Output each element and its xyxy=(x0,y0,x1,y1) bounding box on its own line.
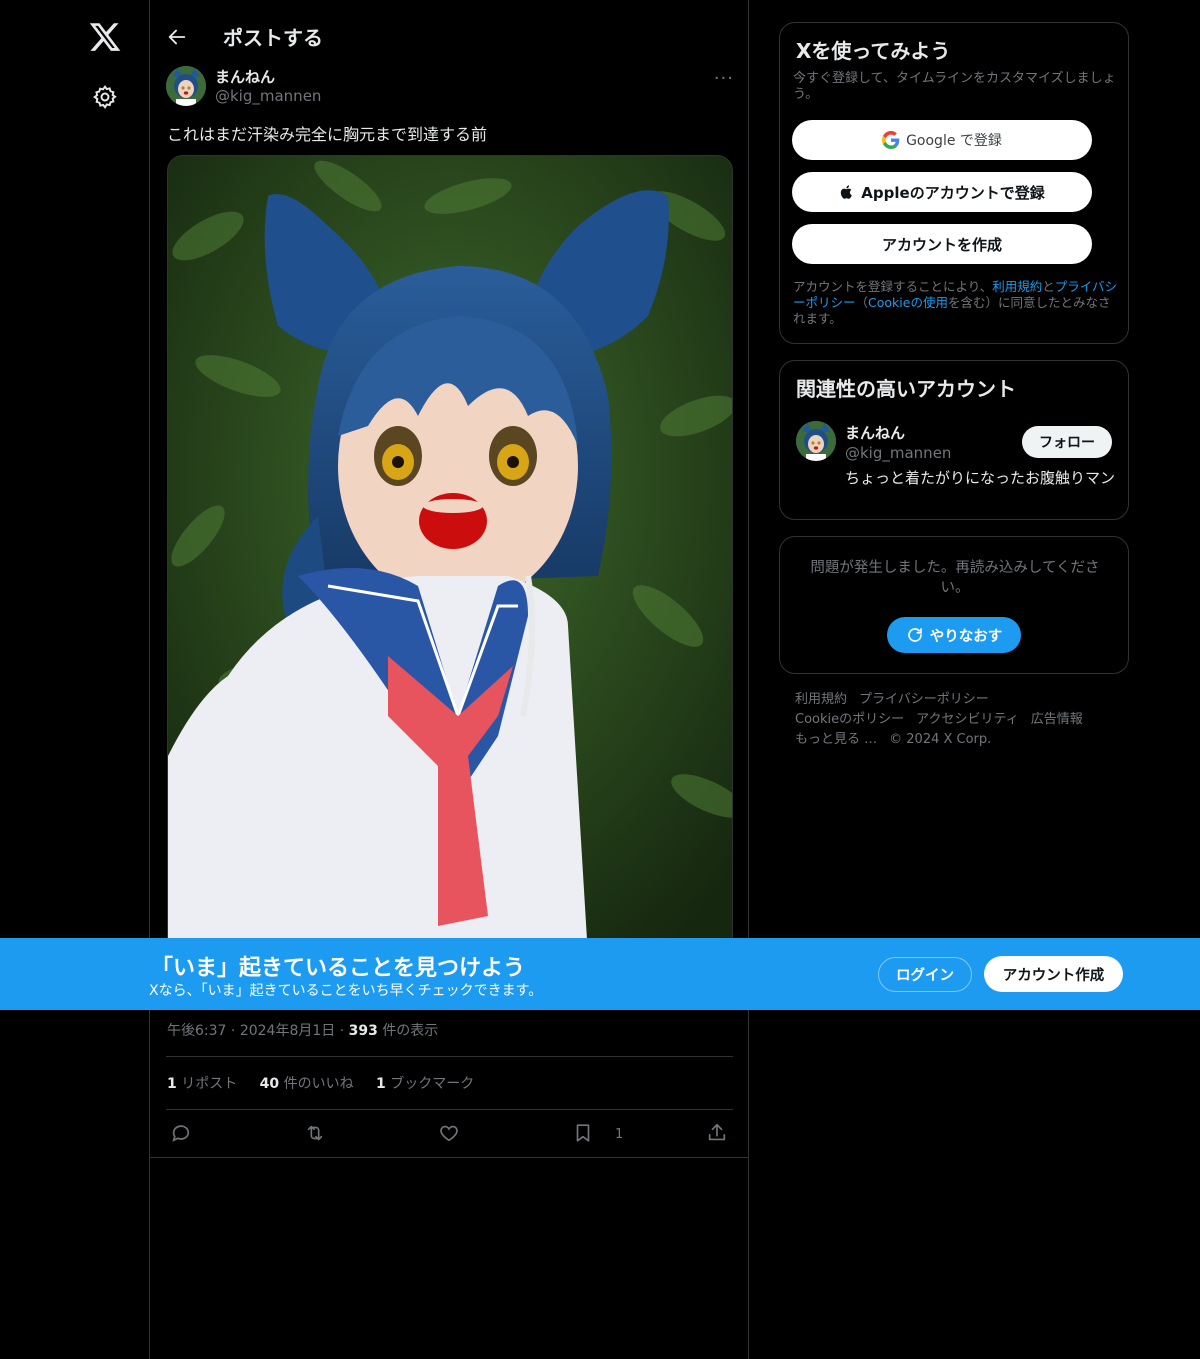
related-account-bio: ちょっと着たがりになったお腹触りマン xyxy=(845,469,1116,487)
google-signup-label: Google で登録 xyxy=(906,133,1002,149)
post-meta: 午後6:37 · 2024年8月1日 · 393 件の表示 xyxy=(167,1020,438,1040)
footer-link-terms[interactable]: 利用規約 xyxy=(795,692,847,707)
post-author: まんねん @kig_mannen ··· xyxy=(166,64,734,108)
footer-link-more[interactable]: もっと見る … xyxy=(795,732,877,747)
author-handle[interactable]: @kig_mannen xyxy=(215,87,321,105)
create-account-button[interactable]: アカウントを作成 xyxy=(792,224,1092,264)
signup-button[interactable]: アカウント作成 xyxy=(984,956,1123,992)
divider xyxy=(166,1109,733,1110)
meta-dot: · xyxy=(339,1023,345,1039)
apple-signup-label: Appleのアカウントで登録 xyxy=(861,183,1045,202)
post-text: これはまだ汗染み完全に胸元まで到達する前 xyxy=(167,125,488,144)
related-accounts-card: 関連性の高いアカウント まんねん @kig_mannen ちょっと着たがりになっ… xyxy=(779,360,1129,520)
footer-link-accessibility[interactable]: アクセシビリティ xyxy=(916,712,1019,727)
banner-title: 「いま」起きていることを見つけよう xyxy=(151,956,526,981)
legal-open: （ xyxy=(855,295,869,310)
page-header: ポストする xyxy=(150,0,748,72)
retry-label: やりなおす xyxy=(929,628,1003,645)
footer-copyright: © 2024 X Corp. xyxy=(889,732,992,747)
repost-count: 1 xyxy=(167,1076,177,1092)
error-message: 問題が発生しました。再読み込みしてください。 xyxy=(810,560,1100,596)
footer-link-cookie[interactable]: Cookieのポリシー xyxy=(795,712,904,727)
more-options-icon[interactable]: ··· xyxy=(714,68,734,89)
legal-prefix: アカウントを登録することにより、 xyxy=(793,279,993,294)
repost-icon[interactable] xyxy=(304,1122,326,1144)
banner-subtitle: Xなら、「いま」起きていることをいち早くチェックできます。 xyxy=(149,983,543,999)
author-name[interactable]: まんねん xyxy=(215,66,275,87)
related-account-handle[interactable]: @kig_mannen xyxy=(845,444,951,462)
bookmark-icon[interactable] xyxy=(572,1122,594,1144)
page-title: ポストする xyxy=(223,26,323,50)
post-time[interactable]: 午後6:37 xyxy=(167,1023,226,1039)
post-actions: 1 xyxy=(166,1118,733,1150)
arrow-left-icon[interactable] xyxy=(166,26,188,48)
apple-icon xyxy=(841,185,853,199)
footer-link-ads[interactable]: 広告情報 xyxy=(1031,712,1083,727)
gear-icon[interactable] xyxy=(92,84,118,110)
signup-banner: 「いま」起きていることを見つけよう Xなら、「いま」起きていることをいち早くチェ… xyxy=(0,938,1200,1010)
follow-button[interactable]: フォロー xyxy=(1022,426,1112,458)
google-signup-button[interactable]: Google で登録 xyxy=(792,120,1092,160)
divider xyxy=(150,1157,749,1158)
footer-link-privacy[interactable]: プライバシーポリシー xyxy=(859,692,989,707)
divider xyxy=(166,1056,733,1057)
refresh-icon xyxy=(907,628,922,642)
avatar[interactable] xyxy=(166,66,206,106)
signup-subtitle: 今すぐ登録して、タイムラインをカスタマイズしましょう。 xyxy=(793,71,1116,102)
repost-stat[interactable]: 1 リポスト xyxy=(167,1076,237,1092)
share-icon[interactable] xyxy=(706,1122,728,1144)
retry-button[interactable]: やりなおす xyxy=(887,617,1021,653)
bookmark-label: ブックマーク xyxy=(390,1076,475,1092)
post-media-image[interactable] xyxy=(167,155,733,955)
google-icon xyxy=(882,131,900,149)
bookmark-count: 1 xyxy=(376,1076,386,1092)
reply-icon[interactable] xyxy=(170,1122,192,1144)
repost-label: リポスト xyxy=(181,1076,238,1092)
like-stat[interactable]: 40 件のいいね xyxy=(260,1076,354,1092)
create-account-label: アカウントを作成 xyxy=(881,235,1002,254)
post-stats: 1 リポスト 40 件のいいね 1 ブックマーク xyxy=(167,1073,492,1093)
cookie-link[interactable]: Cookieの使用 xyxy=(868,295,948,310)
terms-link[interactable]: 利用規約 xyxy=(992,279,1042,294)
legal-and: と xyxy=(1042,279,1055,294)
related-account-name[interactable]: まんねん xyxy=(845,422,905,443)
left-nav xyxy=(0,0,150,1359)
signup-card: Xを使ってみよう 今すぐ登録して、タイムラインをカスタマイズしましょう。 Goo… xyxy=(779,22,1129,344)
error-card: 問題が発生しました。再読み込みしてください。 やりなおす xyxy=(779,536,1129,674)
bookmark-action-count: 1 xyxy=(615,1127,624,1142)
related-title: 関連性の高いアカウント xyxy=(796,377,1016,401)
login-button[interactable]: ログイン xyxy=(878,957,972,992)
footer-links: 利用規約 プライバシーポリシー Cookieのポリシー アクセシビリティ 広告情報 も… xyxy=(795,690,1125,750)
bookmark-stat[interactable]: 1 ブックマーク xyxy=(376,1076,474,1092)
signup-title: Xを使ってみよう xyxy=(796,39,951,63)
view-count: 393 xyxy=(348,1023,378,1039)
post-date[interactable]: 2024年8月1日 xyxy=(240,1023,335,1039)
legal-text: アカウントを登録することにより、利用規約とプライバシーポリシー（Cookieの使… xyxy=(793,279,1121,327)
meta-dot: · xyxy=(230,1023,236,1039)
avatar[interactable] xyxy=(796,421,836,461)
like-label: 件のいいね xyxy=(283,1076,354,1092)
x-logo-icon[interactable] xyxy=(88,20,122,54)
main-column: ポストする まんねん @kig_mannen ··· これはまだ汗染み完全に胸元… xyxy=(149,0,749,1359)
like-count: 40 xyxy=(259,1076,280,1092)
view-label: 件の表示 xyxy=(382,1023,439,1039)
apple-signup-button[interactable]: Appleのアカウントで登録 xyxy=(792,172,1092,212)
like-icon[interactable] xyxy=(438,1122,460,1144)
